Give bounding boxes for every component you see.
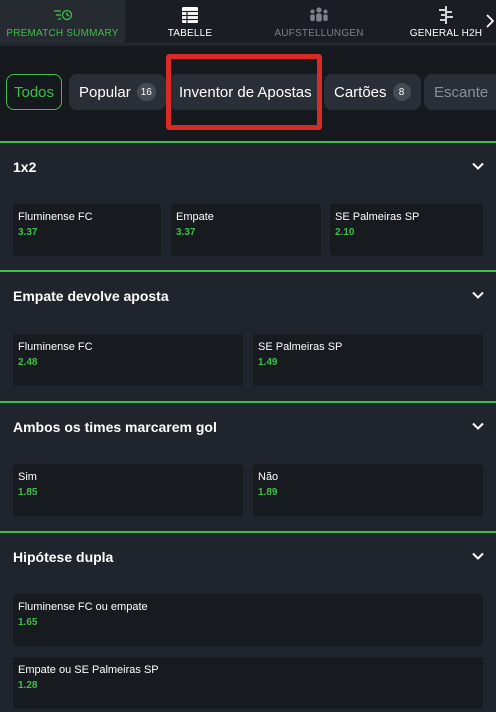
highlight-box [166,54,322,130]
selection-name: Empate ou SE Palmeiras SP [18,664,159,676]
odd-button[interactable]: Fluminense FC ou empate 1.65 [13,594,483,646]
market-section-empate-devolve-aposta: Empate devolve aposta Fluminense FC 2.48… [0,272,496,401]
market-title: Ambos os times marcarem gol [13,419,217,435]
chevron-down-icon[interactable] [472,159,484,171]
odd-button[interactable]: Sim 1.85 [13,464,243,516]
chip-label: Escante [434,83,489,101]
tab-tabelle[interactable]: TABELLE [130,0,250,44]
odd-button[interactable]: Não 1.89 [253,464,483,516]
odd-button[interactable]: SE Palmeiras SP 2.10 [330,204,483,256]
tab-prematch-summary[interactable]: PREMATCH SUMMARY [0,0,125,44]
chip-escanteios[interactable]: Escante [424,74,496,110]
chevron-down-icon[interactable] [472,288,484,300]
market-section-hipotese-dupla: Hipótese dupla Fluminense FC ou empate 1… [0,533,496,712]
chip-popular[interactable]: Popular 16 [69,74,166,110]
selection-name: Sim [18,471,37,483]
tab-label: TABELLE [167,28,213,39]
selection-name: Fluminense FC [18,341,93,353]
chip-label: Todos [13,83,55,101]
count-badge: 16 [136,83,156,101]
chevron-down-icon[interactable] [472,549,484,561]
odd-value: 1.65 [18,617,38,628]
tab-aufstellungen[interactable]: AUFSTELLUNGEN [260,0,378,44]
h2h-icon [438,6,454,24]
tab-label: PREMATCH SUMMARY [6,28,119,39]
odd-button[interactable]: SE Palmeiras SP 1.49 [253,334,483,386]
market-title: 1x2 [13,159,37,175]
market-section-ambos-marcam: Ambos os times marcarem gol Sim 1.85 Não… [0,403,496,531]
odd-button[interactable]: Empate 3.37 [171,204,321,256]
top-tab-bar: PREMATCH SUMMARY TABELLE AUFSTELLUNGEN G… [0,0,496,44]
lineup-icon [309,6,329,24]
odd-value: 3.37 [18,227,38,238]
chip-label: Popular [79,83,131,101]
tab-label: AUFSTELLUNGEN [274,28,364,39]
selection-name: SE Palmeiras SP [335,211,420,223]
chevron-down-icon[interactable] [472,419,484,431]
chip-cartoes[interactable]: Cartões 8 [324,74,421,110]
tab-general-h2h[interactable]: GENERAL H2H [400,0,492,44]
market-section-1x2: 1x2 Fluminense FC 3.37 Empate 3.37 SE Pa… [0,143,496,270]
odd-value: 1.28 [18,680,38,691]
odd-button[interactable]: Empate ou SE Palmeiras SP 1.28 [13,657,483,709]
odd-value: 1.49 [258,357,278,368]
chevron-right-icon[interactable] [486,14,495,33]
tab-label: GENERAL H2H [409,28,483,39]
table-icon [182,6,198,24]
selection-name: Empate [176,211,214,223]
market-title: Empate devolve aposta [13,288,169,304]
odd-value: 1.89 [258,487,278,498]
chip-label: Cartões [334,83,387,101]
odd-value: 2.10 [335,227,355,238]
selection-name: Fluminense FC ou empate [18,601,148,613]
selection-name: Fluminense FC [18,211,93,223]
odd-value: 2.48 [18,357,38,368]
summary-icon [53,6,73,24]
selection-name: SE Palmeiras SP [258,341,343,353]
odd-button[interactable]: Fluminense FC 2.48 [13,334,243,386]
market-title: Hipótese dupla [13,549,114,565]
selection-name: Não [258,471,279,483]
odd-value: 3.37 [176,227,196,238]
odd-value: 1.85 [18,487,38,498]
odd-button[interactable]: Fluminense FC 3.37 [13,204,161,256]
chip-todos[interactable]: Todos [6,74,62,110]
count-badge: 8 [392,83,411,101]
